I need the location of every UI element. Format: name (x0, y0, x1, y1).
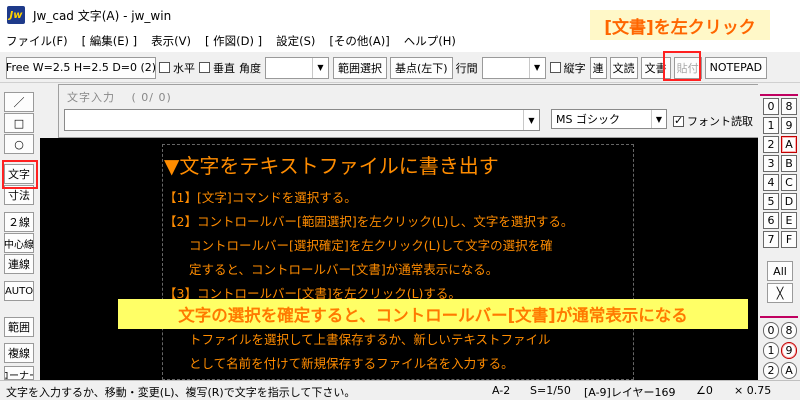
line-spacing-combo[interactable]: ▼ (481, 56, 546, 79)
document-line: 定すると、コントロールバー[文書]が通常表示になる。 (164, 262, 499, 277)
auto-tool-button[interactable]: AUTO (4, 281, 34, 301)
continuous-line-tool-button[interactable]: 連線 (4, 254, 34, 274)
notepad-button[interactable]: NOTEPAD (704, 56, 768, 79)
range-select-button[interactable]: 範囲選択 (333, 56, 387, 79)
layer-button-c[interactable]: C (781, 174, 797, 191)
document-line: として名前を付けて新規保存するファイル名を入力する。 (164, 356, 514, 371)
double-line-tool-button[interactable]: ２線 (4, 212, 34, 232)
layer-button-e[interactable]: E (781, 212, 797, 229)
status-message: 文字を入力するか、移動・変更(L)、複写(R)で文字を指示して下さい。 (6, 386, 356, 399)
status-scale[interactable]: S=1/50 (530, 384, 571, 397)
chevron-down-icon[interactable]: ▼ (651, 110, 666, 128)
circle-tool-button[interactable]: ○ (4, 134, 34, 154)
layer-button-1[interactable]: 1 (763, 117, 779, 134)
app-icon: Jw (7, 6, 25, 24)
status-factor[interactable]: × 0.75 (734, 384, 771, 397)
group-button-8[interactable]: 8 (781, 322, 797, 339)
menu-help[interactable]: ヘルプ(H) (404, 33, 456, 49)
tool-palette: ／ □ ○ 文字 寸法 ２線 中心線 連線 AUTO 範囲 複線 コーナー (0, 84, 38, 380)
layer-button-6[interactable]: 6 (763, 212, 779, 229)
menu-draw[interactable]: [ 作図(D) ] (205, 33, 262, 49)
menu-settings[interactable]: 設定(S) (276, 33, 315, 49)
document-line: 【1】[文字]コマンドを選択する。 (164, 190, 357, 205)
layer-close-icon[interactable]: ╳ (767, 283, 793, 303)
callout-click-bunsho: [文書]を左クリック (590, 10, 770, 40)
line-tool-button[interactable]: ／ (4, 92, 34, 112)
group-button-9[interactable]: 9 (781, 342, 797, 359)
horizontal-option[interactable]: 水平 (159, 60, 195, 76)
status-layer[interactable]: [A-9]レイヤー169 (584, 384, 676, 400)
group-divider (760, 316, 798, 318)
menu-file[interactable]: ファイル(F) (6, 33, 68, 49)
line-spacing-label: 行間 (455, 61, 478, 75)
ren-button[interactable]: 連 (589, 56, 607, 79)
layer-button-3[interactable]: 3 (763, 155, 779, 172)
menu-view[interactable]: 表示(V) (151, 33, 191, 49)
group-button-2[interactable]: 2 (763, 362, 779, 379)
layer-button-2[interactable]: 2 (763, 136, 779, 153)
group-button-1[interactable]: 1 (763, 342, 779, 359)
corner-tool-button[interactable]: コーナー (4, 366, 34, 380)
range-tool-button[interactable]: 範囲 (4, 317, 34, 337)
font-read-checkbox[interactable] (673, 114, 684, 127)
group-button-a[interactable]: A (781, 362, 797, 379)
bunyomi-button[interactable]: 文読 (609, 56, 638, 79)
window-title: Jw_cad 文字(A) - jw_win (33, 8, 172, 23)
menu-other[interactable]: [その他(A)] (329, 33, 389, 49)
font-select-value: MS ゴシック (556, 113, 620, 126)
layer-button-f[interactable]: F (781, 231, 797, 248)
text-input-panel: 文字入力 ( 0/ 0) ▼ MS ゴシック ▼ フォント読取 (58, 84, 760, 138)
document-line: コントロールバー[選択確定]を左クリック(L)して文字の選択を確 (164, 238, 553, 253)
callout-banner: 文字の選択を確定すると、コントロールバー[文書]が通常表示になる (118, 299, 748, 329)
font-read-option[interactable]: フォント読取 (673, 113, 753, 129)
vertical-checkbox[interactable] (199, 62, 210, 73)
status-paper-size[interactable]: A-2 (492, 384, 510, 397)
layer-button-a[interactable]: A (781, 136, 797, 153)
status-angle[interactable]: ∠0 (696, 384, 713, 397)
center-line-tool-button[interactable]: 中心線 (4, 233, 34, 253)
angle-label: 角度 (239, 61, 261, 75)
layer-button-5[interactable]: 5 (763, 193, 779, 210)
layer-button-9[interactable]: 9 (781, 117, 797, 134)
chevron-down-icon: ▼ (528, 57, 545, 78)
vertical-label: 垂直 (213, 61, 235, 75)
vertical-writing-option[interactable]: 縦字 (549, 60, 586, 76)
vertical-writing-label: 縦字 (563, 61, 586, 75)
layer-button-7[interactable]: 7 (763, 231, 779, 248)
layer-panel: 0 8 1 9 2 A 3 B 4 C 5 D 6 E 7 F All ╳ 0 … (758, 84, 800, 380)
horizontal-checkbox[interactable] (159, 62, 170, 73)
parallel-line-tool-button[interactable]: 複線 (4, 343, 34, 363)
layer-button-0[interactable]: 0 (763, 98, 779, 115)
font-size-button[interactable]: Free W=2.5 H=2.5 D=0 (2) (6, 56, 156, 79)
layer-button-4[interactable]: 4 (763, 174, 779, 191)
horizontal-label: 水平 (173, 61, 195, 75)
highlight-bunsho-button (663, 51, 701, 81)
layer-button-8[interactable]: 8 (781, 98, 797, 115)
font-select[interactable]: MS ゴシック ▼ (551, 109, 667, 129)
highlight-text-tool (2, 160, 38, 189)
angle-combo[interactable]: ▼ (265, 56, 329, 79)
layer-button-b[interactable]: B (781, 155, 797, 172)
chevron-down-icon[interactable]: ▼ (523, 110, 539, 130)
chevron-down-icon: ▼ (312, 57, 328, 78)
layer-button-d[interactable]: D (781, 193, 797, 210)
group-button-0[interactable]: 0 (763, 322, 779, 339)
font-read-label: フォント読取 (687, 115, 753, 128)
text-input-field[interactable]: ▼ (64, 109, 540, 131)
base-point-button[interactable]: 基点(左下) (390, 56, 453, 79)
rectangle-tool-button[interactable]: □ (4, 113, 34, 133)
document-line: 【2】コントロールバー[範囲選択]を左クリック(L)し、文字を選択する。 (164, 214, 574, 229)
status-bar: 文字を入力するか、移動・変更(L)、複写(R)で文字を指示して下さい。 A-2 … (0, 380, 800, 400)
document-line: トファイルを選択して上書保存するか、新しいテキストファイル (164, 332, 551, 347)
vertical-writing-checkbox[interactable] (549, 62, 561, 73)
text-input-title: 文字入力 ( 0/ 0) (67, 91, 172, 104)
drawing-canvas[interactable]: ▼文字をテキストファイルに書き出す 【1】[文字]コマンドを選択する。 【2】コ… (40, 138, 758, 380)
layer-all-button[interactable]: All (767, 261, 793, 281)
vertical-option[interactable]: 垂直 (199, 60, 235, 76)
menu-edit[interactable]: [ 編集(E) ] (82, 33, 138, 49)
layer-divider (760, 94, 798, 96)
document-heading: ▼文字をテキストファイルに書き出す (164, 154, 499, 178)
